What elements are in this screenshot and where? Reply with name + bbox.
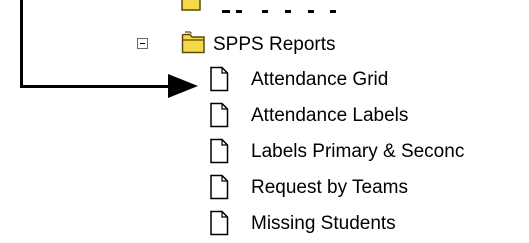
report-label: Attendance Labels	[251, 105, 409, 126]
document-icon	[210, 210, 229, 236]
arrow-head	[168, 74, 198, 98]
document-icon	[210, 102, 229, 128]
report-label: Request by Teams	[251, 177, 409, 198]
arrow-vertical-line	[20, 0, 23, 88]
partial-text-fragment	[308, 10, 314, 13]
document-icon	[210, 66, 229, 92]
report-label: Attendance Grid	[251, 69, 389, 90]
report-label: Labels Primary & Seconc	[251, 141, 465, 162]
partial-folder-icon	[181, 0, 201, 11]
partial-text-fragment	[222, 10, 230, 13]
open-folder-icon	[181, 31, 205, 54]
partial-text-fragment	[236, 10, 242, 13]
partial-text-fragment	[262, 10, 268, 13]
folder-label: SPPS Reports	[213, 34, 336, 55]
document-icon	[210, 174, 229, 200]
partial-text-fragment	[330, 10, 336, 13]
collapse-toggle[interactable]	[137, 38, 148, 49]
partial-text-fragment	[285, 10, 291, 13]
report-label: Missing Students	[251, 213, 396, 234]
document-icon	[210, 138, 229, 164]
arrow-horizontal-line	[20, 85, 170, 88]
